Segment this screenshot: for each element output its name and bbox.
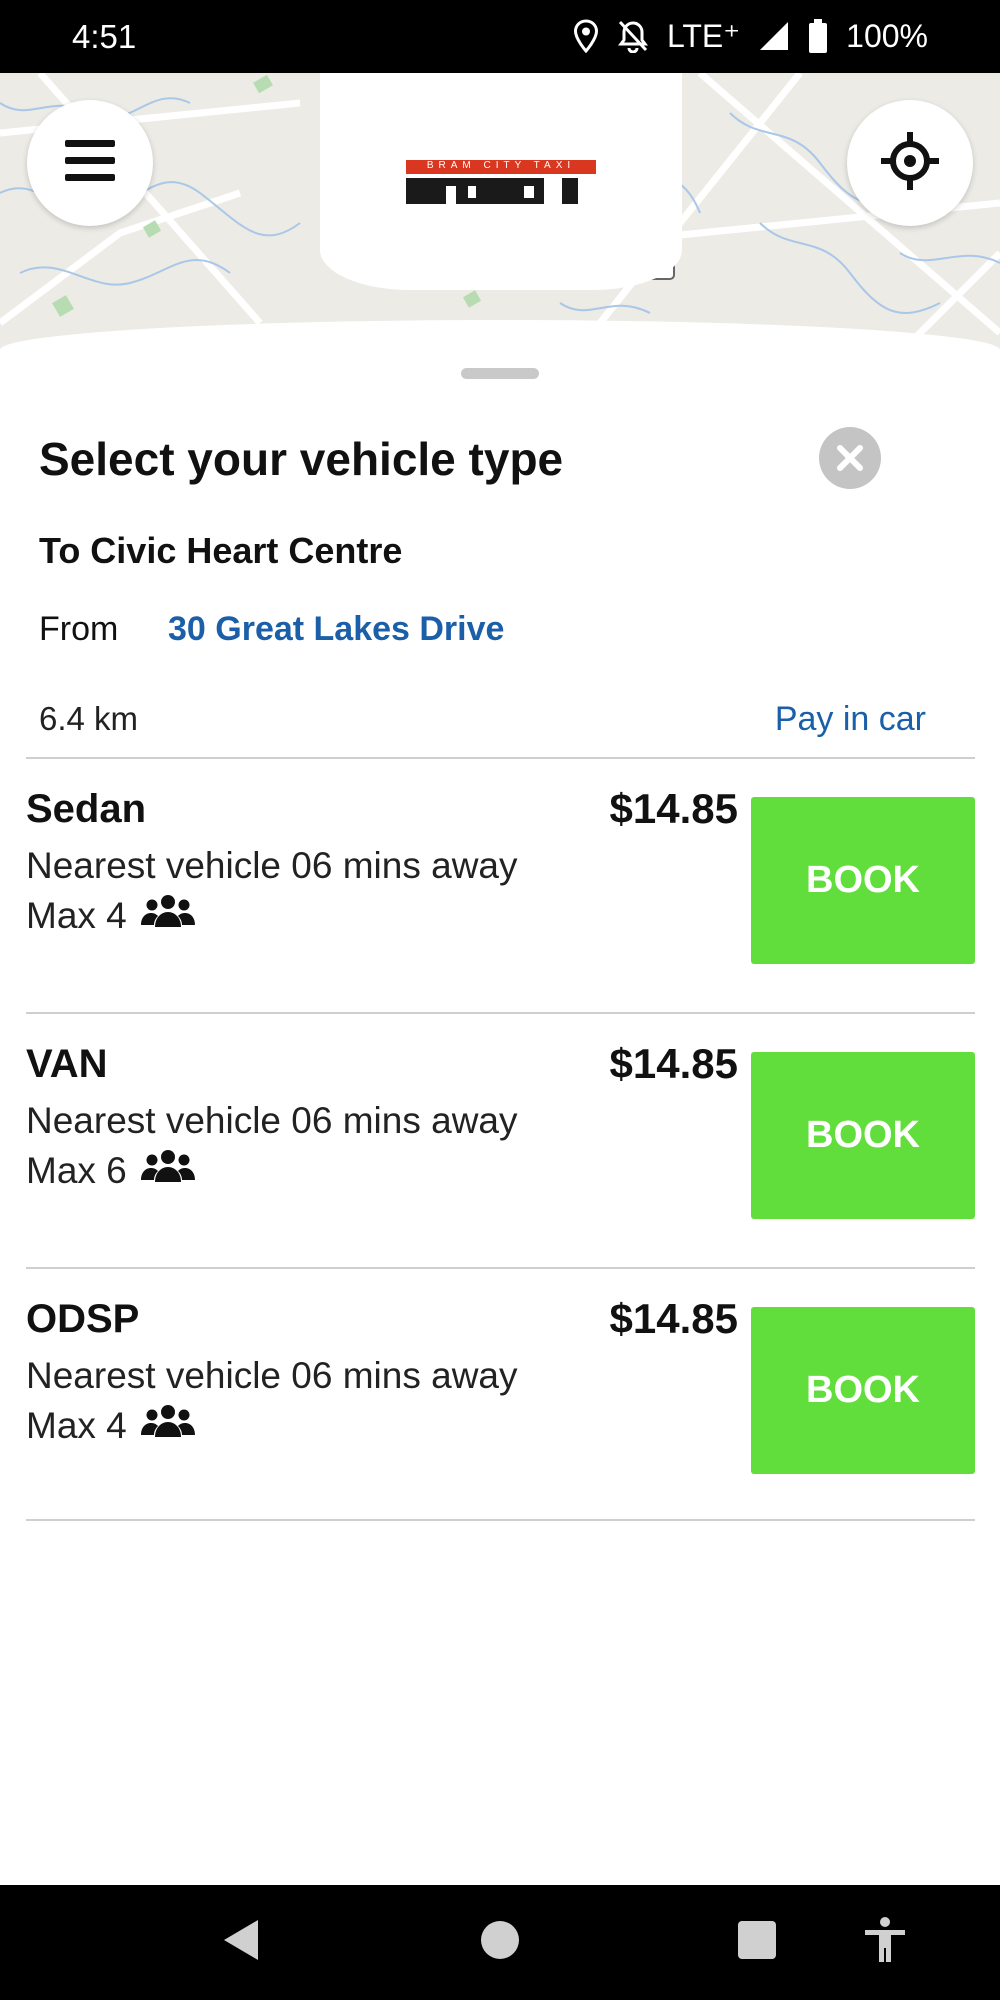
menu-icon [65, 139, 115, 187]
vehicle-row-van: VAN Nearest vehicle 06 mins away Max 6 $… [0, 1012, 1000, 1267]
capacity-label: Max 4 [26, 1404, 127, 1446]
home-button[interactable] [470, 1885, 530, 2000]
battery-percent: 100% [846, 17, 928, 54]
payment-method[interactable]: Pay in car [775, 700, 926, 739]
vehicle-name: Sedan [26, 787, 147, 831]
vehicle-name: VAN [26, 1042, 108, 1086]
accessibility-icon [863, 1916, 907, 1969]
capacity-label: Max 4 [26, 894, 127, 936]
drag-handle[interactable] [461, 368, 539, 379]
battery-icon [808, 19, 828, 53]
vehicle-price: $14.85 [609, 1295, 738, 1342]
passengers-icon [140, 1148, 195, 1193]
accessibility-button[interactable] [855, 1885, 915, 2000]
vehicle-eta: Nearest vehicle 06 mins away [26, 845, 518, 886]
vehicle-capacity: Max 6 [26, 1148, 195, 1193]
status-time: 4:51 [72, 18, 137, 55]
vehicle-select-sheet: Select your vehicle type To Civic Heart … [0, 320, 1000, 1885]
from-label: From [39, 610, 119, 648]
recents-icon [737, 1920, 777, 1965]
app-screen: 4:51 LTE⁺ 100% BRAM CITY TAXI Select you… [0, 0, 1000, 2000]
vehicle-name: ODSP [26, 1297, 140, 1341]
book-button-odsp[interactable]: BOOK [751, 1307, 975, 1474]
pickup-address[interactable]: 30 Great Lakes Drive [168, 610, 504, 649]
logo-card: BRAM CITY TAXI [320, 73, 682, 290]
book-button-van[interactable]: BOOK [751, 1052, 975, 1219]
vehicle-row-odsp: ODSP Nearest vehicle 06 mins away Max 4 … [0, 1267, 1000, 1522]
vehicle-eta: Nearest vehicle 06 mins away [26, 1355, 518, 1396]
vehicle-price: $14.85 [609, 785, 738, 832]
sheet-title: Select your vehicle type [39, 433, 564, 485]
location-icon [573, 19, 599, 53]
menu-button[interactable] [27, 100, 153, 226]
crosshair-icon [881, 131, 939, 195]
destination-label: To Civic Heart Centre [39, 530, 403, 571]
signal-icon [758, 20, 790, 52]
back-button[interactable] [210, 1885, 270, 2000]
locate-button[interactable] [847, 100, 973, 226]
book-button-sedan[interactable]: BOOK [751, 797, 975, 964]
logo-subtext: BRAM CITY TAXI [426, 159, 576, 171]
close-icon[interactable] [819, 427, 881, 489]
status-bar: 4:51 LTE⁺ 100% [0, 0, 1000, 73]
vehicle-capacity: Max 4 [26, 893, 195, 938]
passengers-icon [140, 893, 195, 938]
system-nav-bar [0, 1885, 1000, 2000]
alarm-off-icon [617, 19, 649, 53]
home-icon [480, 1920, 520, 1965]
capacity-label: Max 6 [26, 1149, 127, 1191]
divider [26, 1519, 975, 1521]
vehicle-capacity: Max 4 [26, 1403, 195, 1448]
recents-button[interactable] [727, 1885, 787, 2000]
vehicle-row-sedan: Sedan Nearest vehicle 06 mins away Max 4… [0, 757, 1000, 1012]
network-type: LTE⁺ [666, 18, 741, 54]
status-icons: LTE⁺ 100% [573, 14, 928, 58]
back-icon [220, 1918, 260, 1967]
trip-distance: 6.4 km [39, 700, 139, 737]
vehicle-price: $14.85 [609, 1040, 738, 1087]
passengers-icon [140, 1403, 195, 1448]
vehicle-eta: Nearest vehicle 06 mins away [26, 1100, 518, 1141]
brand-logo: BRAM CITY TAXI [406, 156, 596, 208]
